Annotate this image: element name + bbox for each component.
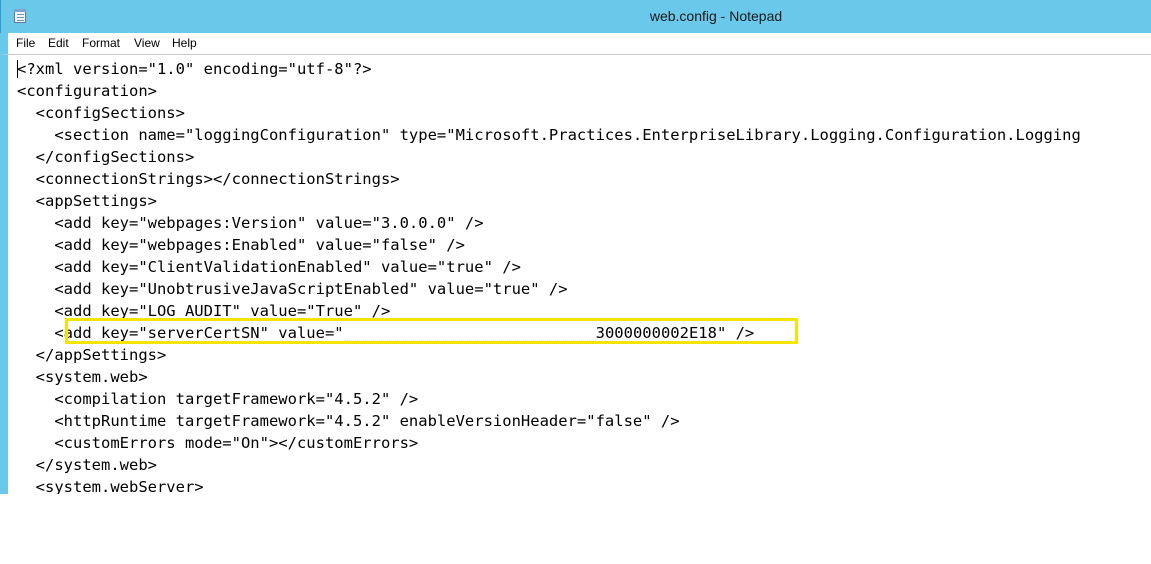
code-line: </configSections> [17,148,195,166]
code-line: <customErrors mode="On"></customErrors> [17,434,419,452]
code-line: <appSettings> [17,192,157,210]
code-line: </appSettings> [17,346,167,364]
code-line: </system.web> [17,456,157,474]
code-line: <section name="loggingConfiguration" typ… [17,126,1081,144]
menu-view[interactable]: View [134,36,160,50]
window-title: web.config - Notepad [649,8,783,24]
code-line: <system.web> [17,368,148,386]
highlight-box [65,318,798,344]
menu-edit[interactable]: Edit [48,36,69,50]
code-line: <add key="webpages:Version" value="3.0.0… [17,214,484,232]
code-line: <configSections> [17,104,185,122]
menu-help[interactable]: Help [172,36,197,50]
text-editor[interactable]: <?xml version="1.0" encoding="utf-8"?> <… [0,54,1151,494]
code-line: <add key="ClientValidationEnabled" value… [17,258,521,276]
code-line: <configuration> [17,82,157,100]
menu-bar: File Edit Format View Help [0,33,1151,54]
code-line: <?xml version="1.0" encoding="utf-8"?> [17,60,372,78]
menu-file[interactable]: File [16,36,35,50]
code-line: <add key="webpages:Enabled" value="false… [17,236,465,254]
code-line: <connectionStrings></connectionStrings> [17,170,400,188]
notepad-window: web.config - Notepad File Edit Format Vi… [0,0,1151,494]
code-line: <httpRuntime targetFramework="4.5.2" ena… [17,412,680,430]
editor-content: <?xml version="1.0" encoding="utf-8"?> <… [17,58,1081,494]
code-line: <add key="UnobtrusiveJavaScriptEnabled" … [17,280,568,298]
title-bar[interactable]: web.config - Notepad [0,0,1151,33]
code-line: <system.webServer> [17,478,204,494]
code-line: <compilation targetFramework="4.5.2" /> [17,390,419,408]
menu-format[interactable]: Format [82,36,120,50]
